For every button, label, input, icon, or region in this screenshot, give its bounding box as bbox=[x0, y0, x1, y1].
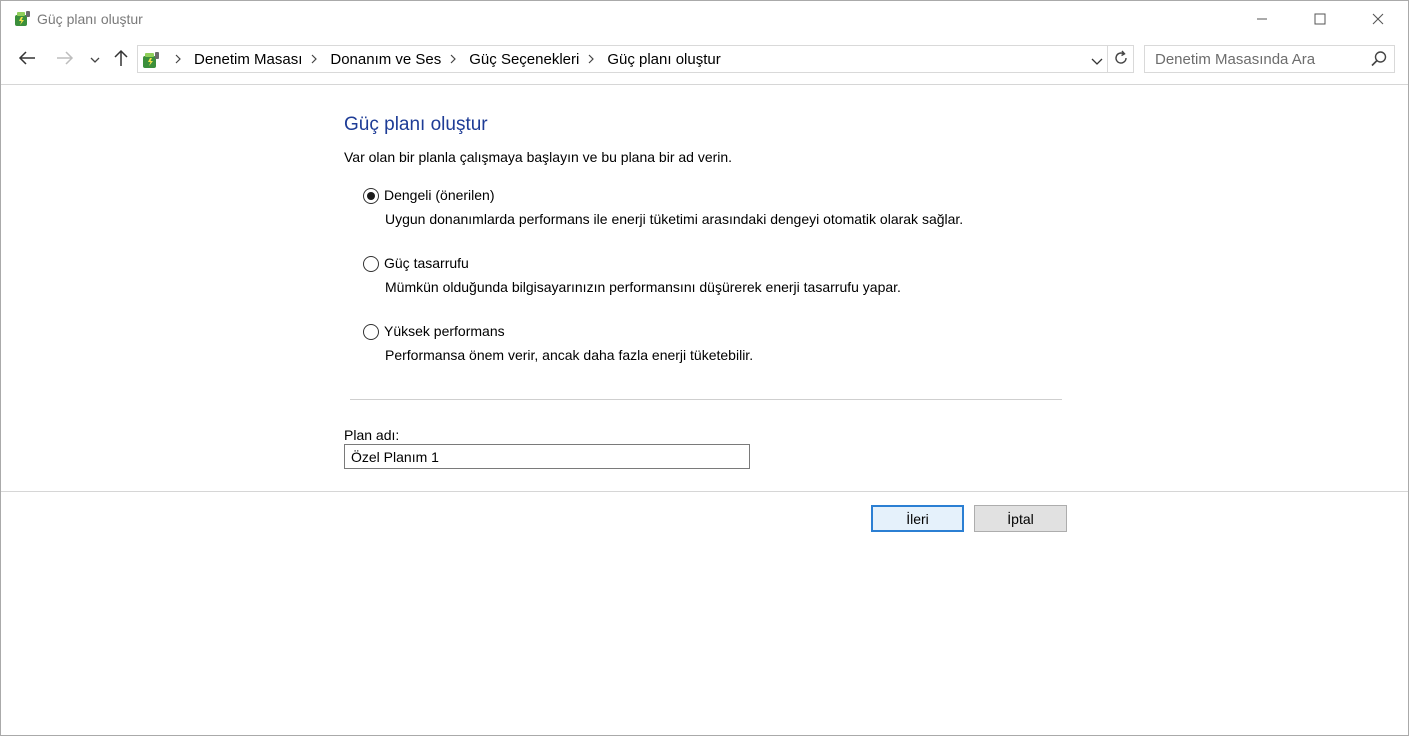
breadcrumb-item-control-panel[interactable]: Denetim Masası bbox=[188, 51, 304, 68]
navigation-bar: Denetim Masası Donanım ve Ses Güç Seçene… bbox=[1, 41, 1408, 77]
close-button[interactable] bbox=[1349, 1, 1407, 37]
radio-power-saver[interactable] bbox=[363, 256, 379, 272]
breadcrumb: Denetim Masası Donanım ve Ses Güç Seçene… bbox=[168, 46, 723, 72]
next-button[interactable]: İleri bbox=[871, 505, 964, 532]
breadcrumb-separator-icon[interactable] bbox=[443, 54, 463, 64]
back-button[interactable] bbox=[15, 47, 39, 71]
option-label[interactable]: Güç tasarrufu bbox=[384, 255, 469, 271]
refresh-icon bbox=[1113, 50, 1129, 69]
address-dropdown-button[interactable] bbox=[1088, 49, 1106, 73]
cancel-button[interactable]: İptal bbox=[974, 505, 1067, 532]
up-button[interactable] bbox=[109, 47, 133, 71]
plan-name-input[interactable] bbox=[344, 444, 750, 469]
page-subtitle: Var olan bir planla çalışmaya başlayın v… bbox=[344, 149, 733, 165]
radio-balanced[interactable] bbox=[363, 188, 379, 204]
forward-button[interactable] bbox=[53, 47, 77, 71]
control-panel-icon bbox=[140, 49, 162, 71]
arrow-left-icon bbox=[18, 50, 36, 68]
maximize-button[interactable] bbox=[1291, 1, 1349, 37]
address-bar[interactable]: Denetim Masası Donanım ve Ses Güç Seçene… bbox=[137, 45, 1108, 73]
breadcrumb-separator-icon[interactable] bbox=[581, 54, 601, 64]
footer-divider bbox=[1, 491, 1408, 492]
power-options-icon bbox=[12, 9, 32, 29]
option-description: Uygun donanımlarda performans ile enerji… bbox=[385, 211, 964, 227]
search-input[interactable] bbox=[1146, 47, 1366, 71]
breadcrumb-separator-icon[interactable] bbox=[168, 54, 188, 64]
refresh-button[interactable] bbox=[1108, 45, 1134, 73]
main-content: Güç planı oluştur Var olan bir planla ça… bbox=[1, 85, 1408, 491]
plan-name-label: Plan adı: bbox=[344, 427, 400, 443]
chevron-down-icon bbox=[90, 51, 100, 67]
option-label[interactable]: Dengeli (önerilen) bbox=[384, 187, 495, 203]
section-divider bbox=[350, 399, 1062, 400]
arrow-up-icon bbox=[114, 49, 128, 70]
arrow-right-icon bbox=[56, 50, 74, 68]
title-bar: Güç planı oluştur bbox=[1, 1, 1408, 39]
breadcrumb-separator-icon[interactable] bbox=[304, 54, 324, 64]
recent-locations-button[interactable] bbox=[86, 47, 104, 71]
breadcrumb-item-hardware-sound[interactable]: Donanım ve Ses bbox=[324, 51, 443, 68]
radio-high-performance[interactable] bbox=[363, 324, 379, 340]
page-title: Güç planı oluştur bbox=[344, 114, 488, 135]
option-label[interactable]: Yüksek performans bbox=[384, 323, 505, 339]
minimize-button[interactable] bbox=[1233, 1, 1291, 37]
option-description: Performansa önem verir, ancak daha fazla… bbox=[385, 347, 754, 363]
breadcrumb-item-power-options[interactable]: Güç Seçenekleri bbox=[463, 51, 581, 68]
chevron-down-icon bbox=[1091, 53, 1103, 69]
window-title: Güç planı oluştur bbox=[37, 11, 143, 27]
breadcrumb-item-create-power-plan[interactable]: Güç planı oluştur bbox=[601, 51, 722, 68]
search-icon[interactable] bbox=[1370, 50, 1388, 68]
option-description: Mümkün olduğunda bilgisayarınızın perfor… bbox=[385, 279, 901, 295]
search-box[interactable] bbox=[1144, 45, 1395, 73]
window: Güç planı oluştur Denetim Masası Donanım… bbox=[0, 0, 1409, 736]
